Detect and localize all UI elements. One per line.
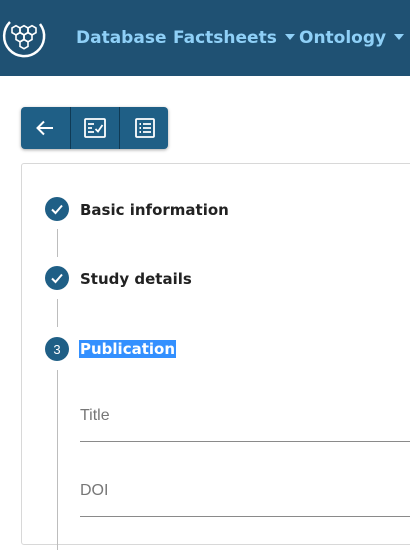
nav-factsheets-dropdown[interactable]: Factsheets: [173, 26, 295, 50]
nav-ontology-dropdown[interactable]: Ontology: [299, 26, 405, 50]
check-icon: [51, 273, 63, 284]
doi-field-label: DOI: [80, 482, 109, 499]
step-3-content-rail: [57, 370, 58, 550]
step-2-label[interactable]: Study details: [80, 270, 192, 288]
arrow-left-icon: [36, 120, 53, 136]
nav-database-link[interactable]: Database: [76, 26, 166, 50]
title-field[interactable]: Title: [80, 405, 410, 442]
checklist-icon: [84, 118, 106, 138]
top-navbar: Database Factsheets Ontology: [0, 0, 410, 76]
nav-database-label: Database: [76, 28, 167, 48]
nav-factsheets-label: Factsheets: [173, 28, 277, 48]
step-connector: [57, 229, 58, 257]
step-3-label[interactable]: Publication: [79, 340, 177, 358]
check-icon: [51, 204, 63, 215]
nav-ontology-label: Ontology: [299, 28, 387, 48]
step-1-check-icon: [45, 197, 69, 221]
caret-down-icon: [394, 34, 405, 40]
stepper-card: Basic information Study details 3 Public…: [21, 163, 410, 550]
logo-icon[interactable]: [0, 12, 48, 60]
step-connector: [57, 299, 58, 327]
title-field-label: Title: [80, 407, 110, 424]
step-3-number-icon: 3: [45, 337, 69, 361]
checklist-button[interactable]: [70, 107, 119, 149]
step-1-label[interactable]: Basic information: [80, 201, 229, 219]
step-3-number: 3: [53, 341, 61, 357]
caret-down-icon: [284, 34, 295, 40]
list-button[interactable]: [119, 107, 168, 149]
doi-field[interactable]: DOI: [80, 480, 410, 517]
action-toolbar: [21, 107, 168, 149]
list-icon: [134, 118, 155, 138]
back-button[interactable]: [21, 107, 69, 149]
step-2-check-icon: [45, 266, 69, 290]
